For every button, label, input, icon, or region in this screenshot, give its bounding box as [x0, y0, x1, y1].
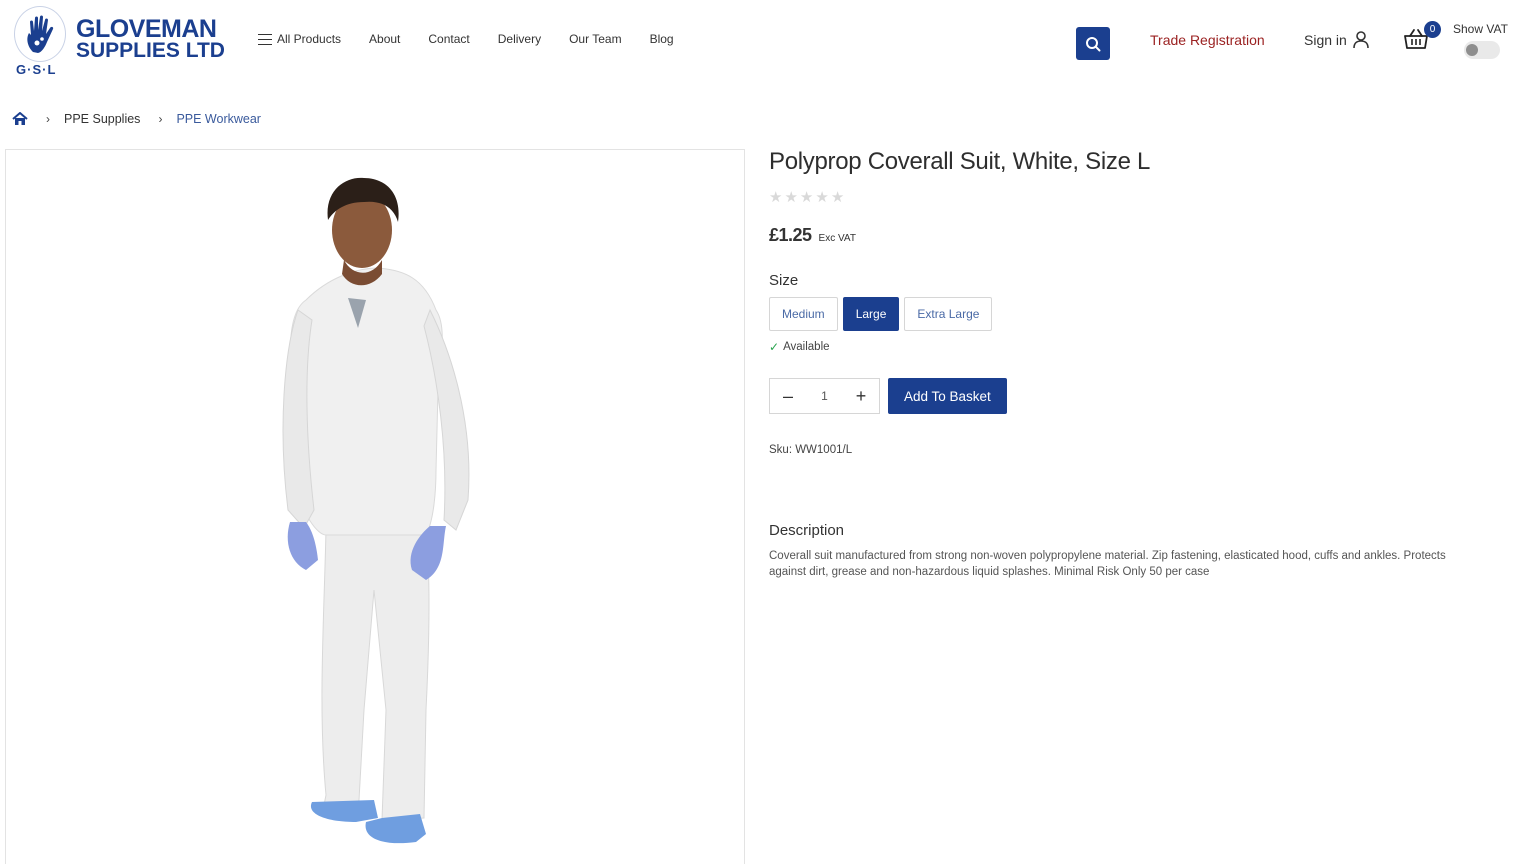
nav-contact[interactable]: Contact: [428, 32, 469, 46]
home-icon[interactable]: [12, 112, 28, 126]
description-text: Coverall suit manufactured from strong n…: [769, 550, 1446, 578]
logo-line-2: SUPPLIES LTD: [76, 39, 225, 62]
basket-button[interactable]: 0: [1404, 21, 1441, 56]
nav-delivery[interactable]: Delivery: [498, 32, 541, 46]
availability-text: Available: [783, 341, 830, 353]
breadcrumb: › PPE Supplies › PPE Workwear: [12, 112, 261, 126]
product-title: Polyprop Coverall Suit, White, Size L: [769, 148, 1151, 175]
toggle-knob: [1466, 44, 1478, 56]
breadcrumb-separator: ›: [158, 112, 163, 126]
increase-quantity-button[interactable]: +: [853, 387, 869, 405]
purchase-row: – + Add To Basket: [769, 378, 1489, 414]
nav-blog[interactable]: Blog: [650, 32, 674, 46]
add-to-basket-button[interactable]: Add To Basket: [888, 378, 1007, 414]
product-price: £1.25: [769, 225, 812, 245]
description-heading: Description: [769, 522, 845, 539]
size-option-extra-large[interactable]: Extra Large: [904, 297, 993, 331]
nav-all-products[interactable]: All Products: [258, 32, 341, 46]
logo-initials: G·S·L: [16, 62, 57, 77]
show-vat-label: Show VAT: [1453, 22, 1508, 36]
sign-in-link[interactable]: Sign in: [1304, 31, 1369, 49]
logo-line-1: GLOVEMAN: [76, 15, 217, 43]
star-icon: ★: [769, 189, 783, 206]
sign-in-label: Sign in: [1304, 32, 1347, 48]
size-options: Medium Large Extra Large: [769, 297, 1489, 331]
product-sku: Sku: WW1001/L: [769, 444, 853, 456]
main-nav: All Products About Contact Delivery Our …: [258, 32, 702, 46]
availability-status: ✓ Available: [769, 340, 1489, 354]
nav-all-products-label: All Products: [277, 32, 342, 46]
site-logo[interactable]: G·S·L GLOVEMAN SUPPLIES LTD: [12, 6, 232, 78]
rating-stars: ★ ★ ★ ★ ★: [769, 190, 1489, 205]
product-image[interactable]: [5, 149, 745, 864]
logo-wordmark: GLOVEMAN SUPPLIES LTD: [76, 15, 225, 62]
trade-registration-link[interactable]: Trade Registration: [1150, 32, 1265, 48]
show-vat-toggle[interactable]: [1464, 41, 1500, 59]
breadcrumb-ppe-supplies[interactable]: PPE Supplies: [64, 112, 140, 126]
star-icon: ★: [799, 189, 814, 206]
site-header: G·S·L GLOVEMAN SUPPLIES LTD All Products…: [0, 0, 1514, 86]
star-icon: ★: [830, 189, 845, 206]
nav-our-team[interactable]: Our Team: [569, 32, 621, 46]
size-label: Size: [769, 272, 799, 289]
user-icon: [1353, 31, 1369, 49]
search-button[interactable]: [1076, 27, 1110, 60]
hand-print-icon: [14, 6, 66, 62]
size-option-large[interactable]: Large: [842, 297, 900, 331]
quantity-stepper: – +: [769, 378, 880, 414]
price-vat-note: Exc VAT: [818, 233, 856, 244]
search-icon: [1086, 36, 1101, 51]
star-icon: ★: [784, 189, 798, 206]
product-details: Polyprop Coverall Suit, White, Size L ★ …: [769, 148, 1489, 580]
check-icon: ✓: [769, 340, 780, 354]
size-option-medium[interactable]: Medium: [769, 297, 838, 331]
nav-about[interactable]: About: [369, 32, 400, 46]
logo-mark: G·S·L: [12, 6, 68, 78]
breadcrumb-current: PPE Workwear: [176, 112, 261, 126]
star-icon: ★: [815, 189, 829, 206]
quantity-input[interactable]: [806, 389, 843, 403]
breadcrumb-separator: ›: [46, 112, 50, 126]
coverall-photo: [282, 177, 470, 844]
price-row: £1.25 Exc VAT: [769, 225, 1489, 246]
decrease-quantity-button[interactable]: –: [780, 387, 796, 405]
basket-count-badge: 0: [1424, 21, 1441, 38]
menu-icon: [258, 33, 272, 46]
